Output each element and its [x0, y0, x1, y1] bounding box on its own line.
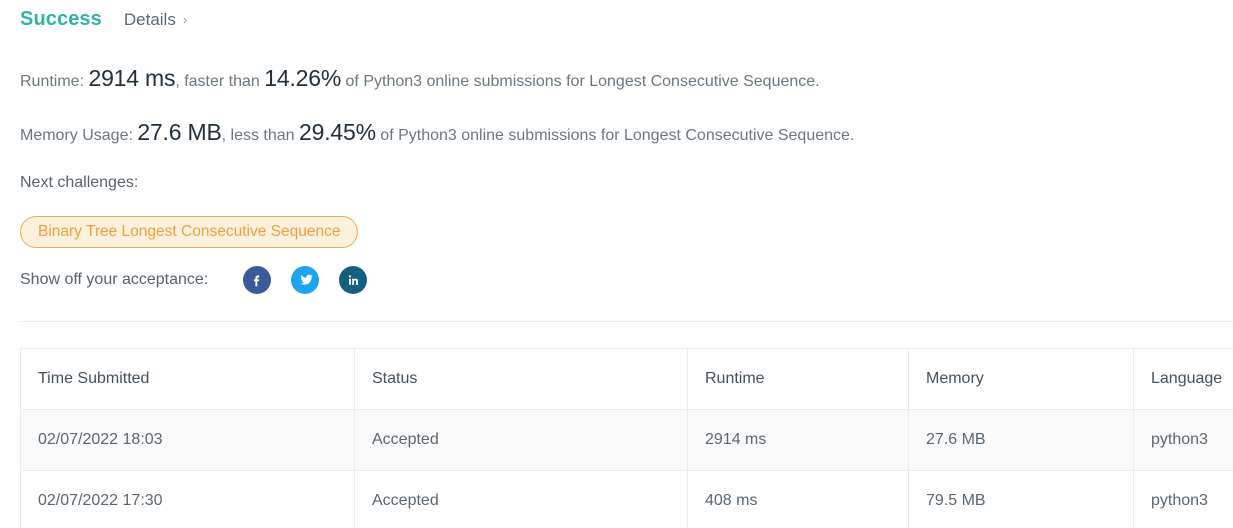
cell-language: python3	[1133, 470, 1233, 528]
table-header-row: Time Submitted Status Runtime Memory Lan…	[20, 348, 1233, 410]
next-challenges-label: Next challenges:	[20, 174, 139, 191]
cell-runtime: 408 ms	[687, 470, 909, 528]
status-header: Success Details ›	[20, 8, 187, 31]
column-header-runtime: Runtime	[687, 348, 909, 410]
linkedin-icon[interactable]	[339, 266, 368, 294]
memory-result-line: Memory Usage: 27.6 MB, less than 29.45% …	[20, 121, 854, 144]
cell-memory: 27.6 MB	[908, 409, 1134, 471]
table-row: 02/07/2022 17:30 Accepted 408 ms 79.5 MB…	[20, 470, 1233, 528]
cell-time-submitted: 02/07/2022 18:03	[20, 409, 355, 471]
cell-time-submitted: 02/07/2022 17:30	[20, 470, 355, 528]
chevron-right-icon: ›	[182, 12, 188, 27]
memory-tail-text: of Python3 online submissions for Longes…	[380, 127, 855, 144]
submissions-table: Time Submitted Status Runtime Memory Lan…	[20, 348, 1233, 528]
runtime-value: 2914 ms	[88, 65, 176, 91]
column-header-language: Language	[1133, 348, 1233, 410]
runtime-percentile: 14.26%	[264, 65, 342, 91]
section-divider	[20, 321, 1233, 322]
memory-value: 27.6 MB	[137, 119, 222, 145]
share-row: Show off your acceptance:	[20, 266, 368, 294]
cell-status[interactable]: Accepted	[354, 470, 688, 528]
runtime-label: Runtime:	[20, 73, 85, 90]
details-link-label: Details	[123, 10, 176, 29]
cell-runtime: 2914 ms	[687, 409, 909, 471]
column-header-time-submitted: Time Submitted	[20, 348, 355, 410]
memory-label: Memory Usage:	[20, 127, 133, 144]
twitter-icon[interactable]	[291, 266, 320, 294]
cell-memory: 79.5 MB	[908, 470, 1134, 528]
share-label: Show off your acceptance:	[20, 271, 209, 288]
column-header-memory: Memory	[908, 348, 1134, 410]
next-challenge-pill[interactable]: Binary Tree Longest Consecutive Sequence	[20, 216, 359, 248]
cell-language: python3	[1133, 409, 1233, 471]
column-header-status: Status	[354, 348, 688, 410]
memory-comparator: , less than	[221, 127, 295, 144]
runtime-result-line: Runtime: 2914 ms, faster than 14.26% of …	[20, 67, 820, 90]
runtime-tail-text: of Python3 online submissions for Longes…	[345, 73, 820, 90]
details-link[interactable]: Details ›	[124, 10, 187, 30]
table-row: 02/07/2022 18:03 Accepted 2914 ms 27.6 M…	[20, 409, 1233, 471]
memory-percentile: 29.45%	[299, 119, 376, 145]
submission-result-page: Success Details › Runtime: 2914 ms, fast…	[0, 0, 1233, 528]
submission-status-title: Success	[20, 8, 102, 30]
facebook-icon[interactable]	[243, 266, 272, 294]
runtime-comparator: , faster than	[175, 73, 260, 90]
share-icon-group	[243, 266, 368, 294]
cell-status[interactable]: Accepted	[354, 409, 688, 471]
